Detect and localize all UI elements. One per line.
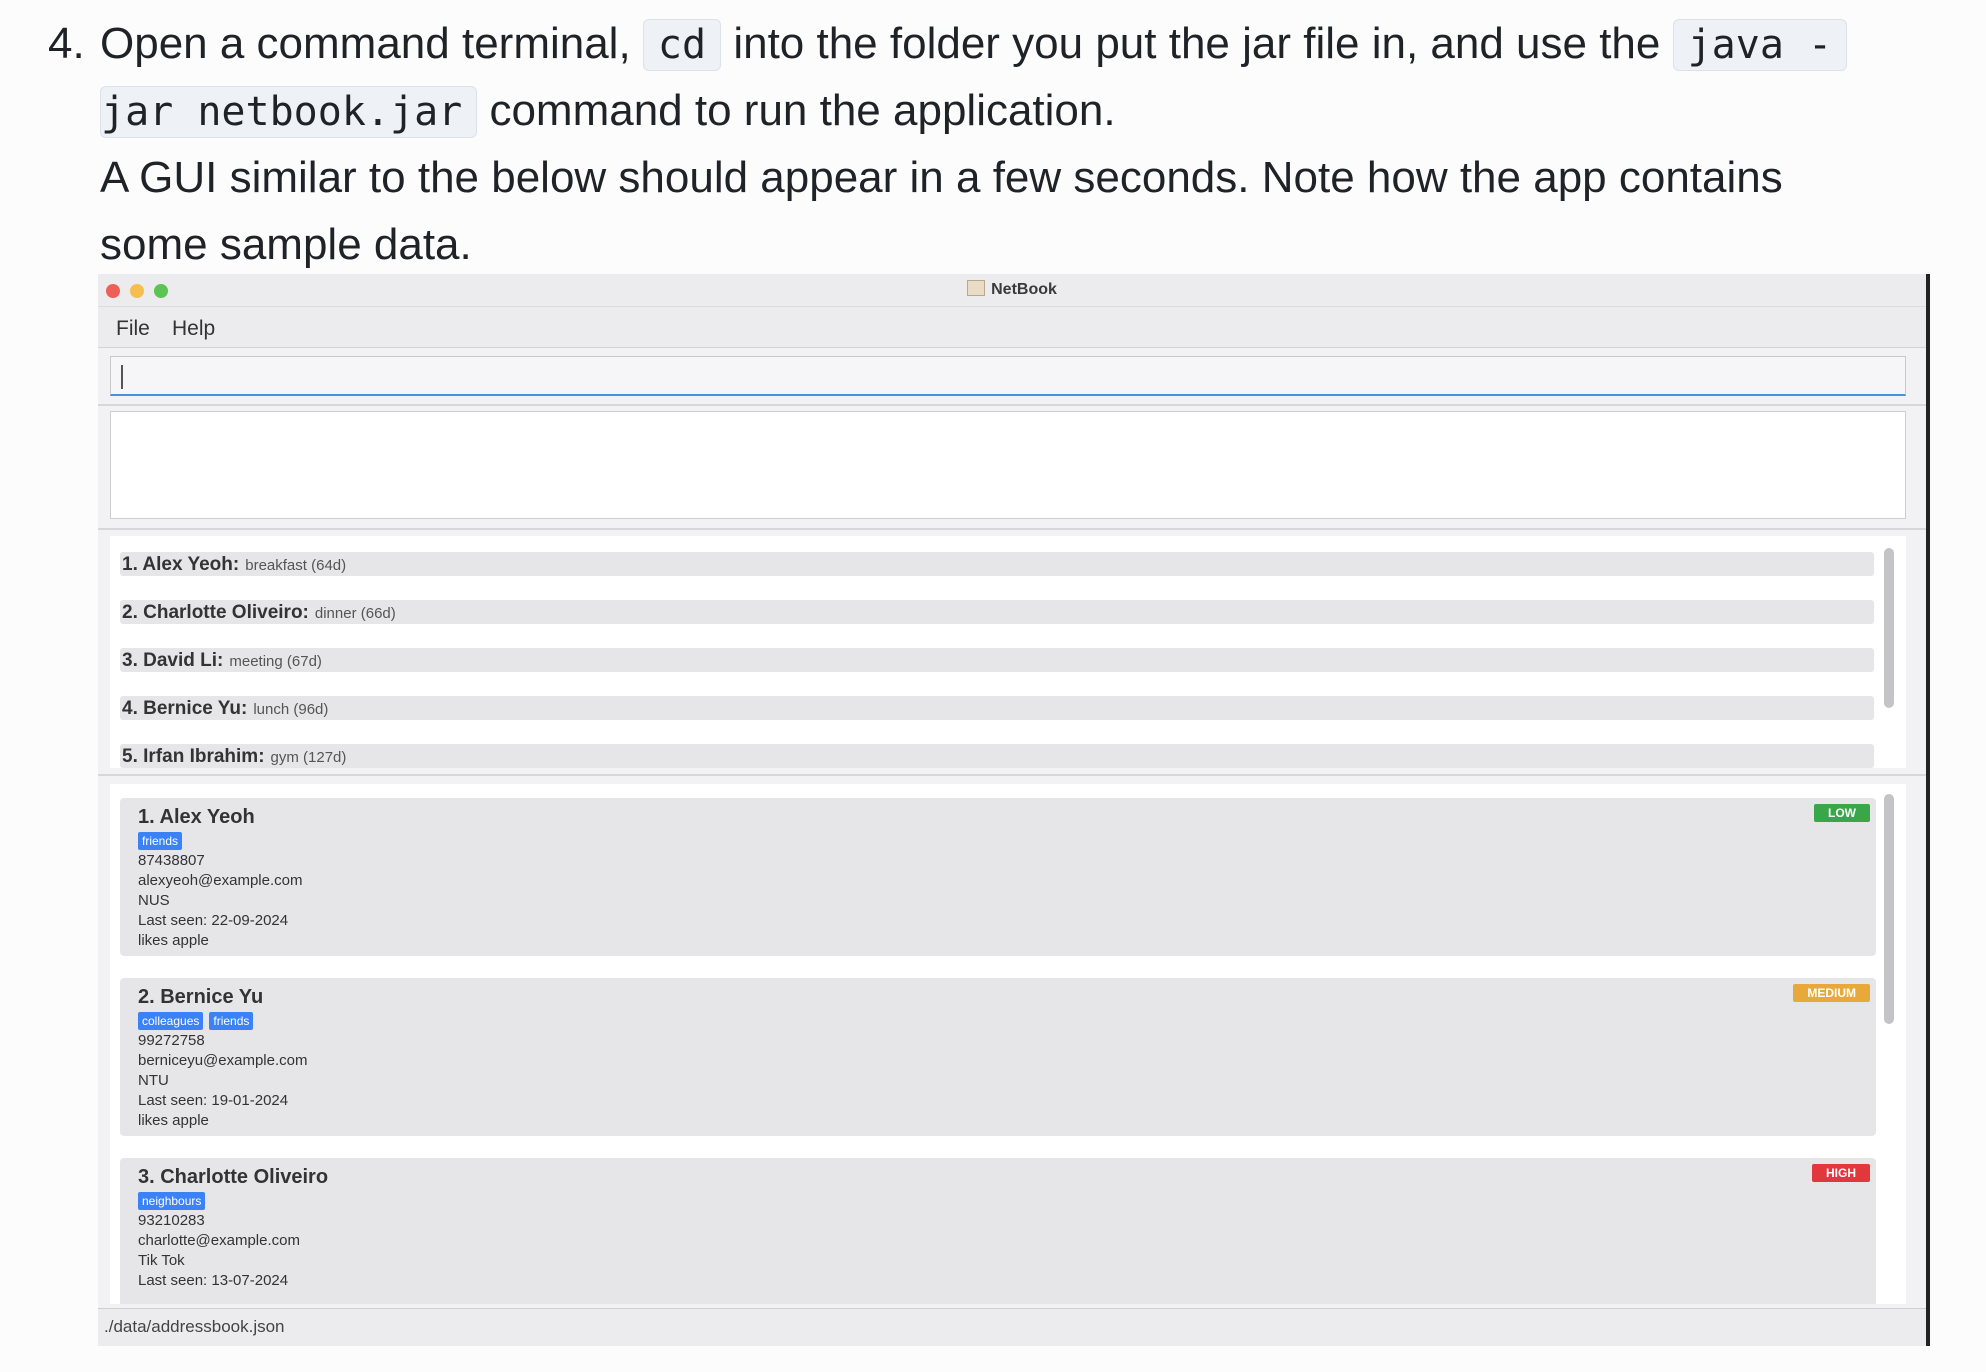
priority-badge: HIGH xyxy=(1812,1164,1870,1182)
event-person: 1. Alex Yeoh: xyxy=(122,554,240,575)
person-card[interactable]: 2. Bernice Yu MEDIUM colleagues friends 9… xyxy=(120,978,1876,1136)
command-input[interactable] xyxy=(110,356,1906,396)
text-caret xyxy=(121,365,123,389)
event-row[interactable]: 2. Charlotte Oliveiro: dinner (66d) xyxy=(120,600,1874,624)
person-organization: NTU xyxy=(138,1072,169,1089)
person-card[interactable]: 1. Alex Yeoh LOW friends 87438807 alexye… xyxy=(120,798,1876,956)
app-book-icon xyxy=(967,280,986,296)
tag-list: colleagues friends xyxy=(138,1012,259,1030)
window-titlebar: NetBook xyxy=(98,274,1926,307)
event-row[interactable]: 4. Bernice Yu: lunch (96d) xyxy=(120,696,1874,720)
priority-badge: LOW xyxy=(1814,804,1870,822)
result-display xyxy=(110,411,1906,519)
window-title: NetBook xyxy=(98,280,1926,299)
person-name: 3. Charlotte Oliveiro xyxy=(138,1166,329,1188)
divider xyxy=(98,774,1926,776)
tag-list: friends xyxy=(138,832,188,850)
person-last-seen: Last seen: 13-07-2024 xyxy=(138,1272,289,1289)
tag: friends xyxy=(209,1012,254,1030)
instruction-line-3: A GUI similar to the below should appear… xyxy=(100,153,1783,202)
person-name: 2. Bernice Yu xyxy=(138,986,264,1008)
person-phone: 87438807 xyxy=(138,852,205,869)
step-number: 4. xyxy=(48,19,85,68)
tag-list: neighbours xyxy=(138,1192,211,1210)
event-row[interactable]: 1. Alex Yeoh: breakfast (64d) xyxy=(120,552,1874,576)
person-name: 1. Alex Yeoh xyxy=(138,806,255,828)
event-person: 3. David Li: xyxy=(122,650,224,671)
person-list-panel[interactable]: 1. Alex Yeoh LOW friends 87438807 alexye… xyxy=(110,784,1906,1304)
person-remark: likes apple xyxy=(138,1112,209,1129)
person-card[interactable]: 3. Charlotte Oliveiro HIGH neighbours 93… xyxy=(120,1158,1876,1304)
instruction-text: Open a command terminal, xyxy=(100,19,643,68)
menu-help[interactable]: Help xyxy=(172,317,215,341)
person-organization: Tik Tok xyxy=(138,1252,185,1269)
person-email: berniceyu@example.com xyxy=(138,1052,308,1069)
event-description: breakfast (64d) xyxy=(245,557,347,574)
event-row[interactable]: 3. David Li: meeting (67d) xyxy=(120,648,1874,672)
menu-bar: File Help xyxy=(98,307,1926,348)
priority-badge: MEDIUM xyxy=(1793,984,1870,1002)
person-email: alexyeoh@example.com xyxy=(138,872,303,889)
event-description: gym (127d) xyxy=(270,749,347,766)
instruction-line-1: Open a command terminal, cd into the fol… xyxy=(100,12,1900,77)
tag: neighbours xyxy=(138,1192,206,1210)
event-description: meeting (67d) xyxy=(229,653,322,670)
code-java-part2: jar netbook.jar xyxy=(100,86,478,138)
instruction-text: command to run the application. xyxy=(477,86,1116,135)
netbook-window: NetBook File Help 1. Alex Yeoh: breakfast… xyxy=(98,274,1930,1346)
event-person: 2. Charlotte Oliveiro: xyxy=(122,602,309,623)
menu-file[interactable]: File xyxy=(116,317,150,341)
event-description: dinner (66d) xyxy=(314,605,396,622)
code-java-part1: java - xyxy=(1672,19,1848,71)
tag: colleagues xyxy=(138,1012,204,1030)
event-person: 4. Bernice Yu: xyxy=(122,698,248,719)
code-cd: cd xyxy=(642,19,722,71)
person-phone: 99272758 xyxy=(138,1032,205,1049)
person-last-seen: Last seen: 22-09-2024 xyxy=(138,912,289,929)
divider xyxy=(98,404,1926,406)
event-row[interactable]: 5. Irfan Ibrahim: gym (127d) xyxy=(120,744,1874,768)
document-page: 4. Open a command terminal, cd into the … xyxy=(0,0,1986,1372)
event-list-scrollbar[interactable] xyxy=(1884,548,1894,708)
person-list-scrollbar[interactable] xyxy=(1884,794,1894,1024)
event-list-panel[interactable]: 1. Alex Yeoh: breakfast (64d) 2. Charlott… xyxy=(110,536,1906,768)
instruction-text: into the folder you put the jar file in,… xyxy=(721,19,1673,68)
person-remark: likes apple xyxy=(138,932,209,949)
person-last-seen: Last seen: 19-01-2024 xyxy=(138,1092,289,1109)
status-bar: ./data/addressbook.json xyxy=(98,1308,1926,1346)
person-email: charlotte@example.com xyxy=(138,1232,300,1249)
divider xyxy=(98,528,1926,530)
save-location-text: ./data/addressbook.json xyxy=(104,1317,285,1336)
event-description: lunch (96d) xyxy=(253,701,329,718)
window-title-text: NetBook xyxy=(991,281,1057,298)
person-organization: NUS xyxy=(138,892,170,909)
instruction-line-2: jar netbook.jar command to run the appli… xyxy=(100,79,1900,144)
tag: friends xyxy=(138,832,183,850)
instruction-line-4: some sample data. xyxy=(100,220,472,269)
event-person: 5. Irfan Ibrahim: xyxy=(122,746,265,767)
person-phone: 93210283 xyxy=(138,1212,205,1229)
